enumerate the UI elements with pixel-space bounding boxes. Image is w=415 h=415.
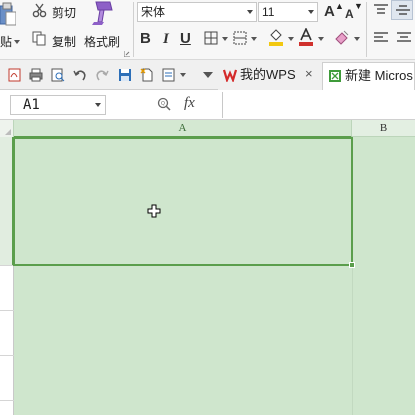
row-header-bar [0,137,14,415]
tab-label: 我的WPS [240,67,296,82]
borders-dropdown-arrow[interactable] [222,37,228,41]
selected-cell-a1[interactable] [13,137,353,266]
ribbon-separator [366,2,367,57]
more-icon[interactable] [203,72,213,78]
column-header-b[interactable]: B [352,120,415,137]
ribbon-separator [133,2,134,57]
italic-button[interactable]: I [163,31,169,47]
quick-access-toolbar: 我的WPS × 新建 Micros [0,60,415,90]
align-left-icon[interactable] [373,31,389,45]
font-size-value: 11 [262,5,275,19]
formula-bar: A1 Q fx [0,90,415,120]
row-divider [0,265,14,266]
name-box-value: A1 [23,97,40,113]
export-pdf-icon[interactable] [8,68,22,82]
name-box[interactable]: A1 [10,95,106,115]
decrease-font-button[interactable]: A [345,6,354,22]
increase-font-caret: ▲ [335,1,344,11]
copy-icon[interactable] [32,31,47,46]
qat-dropdown-arrow[interactable] [180,73,186,77]
format-painter-icon[interactable] [90,0,114,26]
fill-color-icon[interactable] [268,28,284,46]
eraser-icon[interactable] [334,29,350,45]
row-divider [0,400,14,401]
tab-label: 新建 Micros [345,68,413,83]
tab-new-workbook[interactable]: 新建 Micros [322,62,415,90]
align-center-icon[interactable] [396,31,412,45]
chevron-down-icon [308,10,314,14]
fill-color-dropdown-arrow[interactable] [288,37,294,41]
font-color-icon[interactable] [298,28,314,46]
checklist-icon[interactable] [162,68,176,82]
clear-dropdown-arrow[interactable] [354,37,360,41]
decrease-font-caret: ▼ [354,1,363,11]
increase-font-button[interactable]: A [324,4,335,20]
scissors-icon[interactable] [32,3,47,18]
font-family-value: 宋体 [141,5,166,19]
fill-handle[interactable] [349,262,355,268]
new-icon[interactable] [140,68,154,82]
close-icon[interactable]: × [305,67,313,80]
paste-icon[interactable] [0,2,16,26]
borders-icon[interactable] [204,31,218,45]
merge-cells-icon[interactable] [233,31,247,45]
redo-icon[interactable] [95,68,109,82]
formula-input[interactable] [222,92,415,118]
copy-button[interactable]: 复制 [52,33,76,50]
font-family-select[interactable]: 宋体 [137,2,257,22]
column-header-bar: A B [0,120,415,138]
font-color-dropdown-arrow[interactable] [318,37,324,41]
row-divider [0,355,14,356]
spreadsheet-grid[interactable]: A B [0,120,415,415]
paste-label[interactable]: 贴 [0,33,12,50]
chevron-down-icon [95,103,101,107]
clipboard-dialog-launcher-icon[interactable] [124,51,130,57]
print-preview-icon[interactable] [51,68,65,82]
spreadsheet-doc-icon [329,70,341,82]
row-divider [0,310,14,311]
wps-logo-icon [223,69,237,82]
chevron-down-icon [247,10,253,14]
ribbon: 贴 剪切 复制 格式刷 宋体 11 A ▲ A ▼ B I U [0,0,415,60]
paste-dropdown-arrow[interactable] [14,40,20,44]
svg-text:Q: Q [161,101,165,107]
print-icon[interactable] [29,68,43,82]
font-size-select[interactable]: 11 [258,2,318,22]
align-top-icon[interactable] [373,3,389,17]
merge-dropdown-arrow[interactable] [251,37,257,41]
align-middle-icon [396,5,410,15]
save-icon[interactable] [118,68,132,82]
cut-button[interactable]: 剪切 [52,4,76,21]
row-header-1[interactable] [0,137,14,265]
undo-icon[interactable] [73,68,87,82]
bold-button[interactable]: B [140,31,151,47]
underline-button[interactable]: U [180,31,191,47]
format-painter-button[interactable]: 格式刷 [84,33,120,50]
cell-select-cursor-icon [147,204,161,218]
column-header-a[interactable]: A [14,120,352,138]
select-all-corner[interactable] [0,120,14,137]
insert-function-button[interactable]: fx [184,95,195,112]
zoom-search-icon[interactable]: Q [157,97,171,111]
